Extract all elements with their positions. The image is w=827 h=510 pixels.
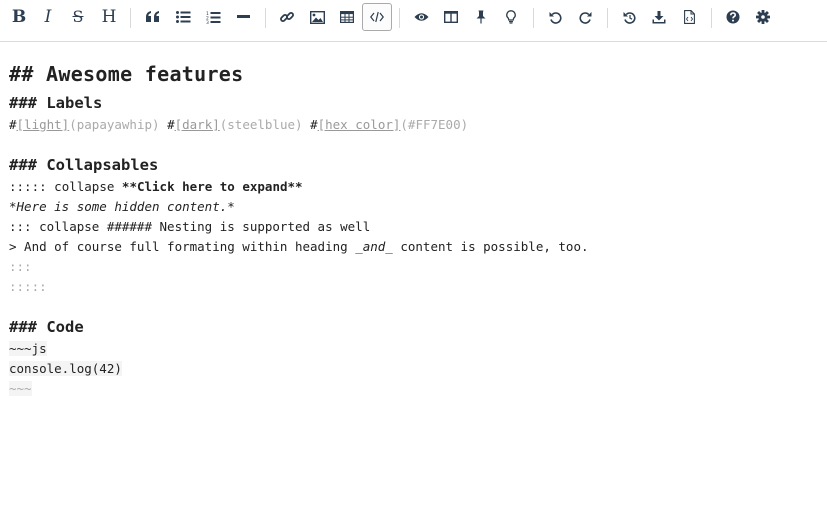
quote-emphasis: and (362, 239, 386, 254)
strikethrough-button[interactable]: S (63, 3, 93, 31)
svg-text:3: 3 (206, 20, 209, 24)
heading-text: Labels (46, 94, 103, 112)
label-hash: # (310, 117, 318, 132)
quote-button[interactable] (138, 3, 168, 31)
heading-collapsables: ### Collapsables (9, 156, 158, 174)
download-button[interactable] (644, 3, 674, 31)
gear-icon (756, 10, 770, 24)
label-hash: # (167, 117, 175, 132)
collapse-keyword: collapse (54, 179, 115, 194)
toolbar-separator (130, 8, 131, 28)
file-code-icon (683, 10, 695, 24)
bold-marker: ** (121, 179, 137, 194)
hidden-content-line: *Here is some hidden content.* (9, 199, 235, 214)
label-param: (steelblue) (219, 117, 303, 132)
table-button[interactable] (332, 3, 362, 31)
undo-button[interactable] (540, 3, 570, 31)
eye-icon (414, 13, 428, 21)
heading-button[interactable]: H (94, 3, 124, 31)
download-icon (652, 10, 666, 23)
heading-icon: H (101, 6, 117, 27)
label-hash: # (9, 117, 17, 132)
toolbar-separator (533, 8, 534, 28)
code-line: console.log(42) (9, 361, 122, 376)
heading-marker: ## (9, 62, 34, 86)
pin-button[interactable] (466, 3, 496, 31)
settings-button[interactable] (748, 3, 778, 31)
toolbar-separator (607, 8, 608, 28)
toolbar-separator (399, 8, 400, 28)
em-marker: _ (355, 239, 363, 254)
link-button[interactable] (272, 3, 302, 31)
history-icon (623, 11, 636, 24)
bold-icon: B (11, 6, 27, 27)
quote-line: > And of course full formating within he… (9, 239, 589, 254)
heading-marker: ### (9, 318, 37, 336)
unordered-list-button[interactable] (168, 3, 198, 31)
redo-icon (578, 11, 591, 24)
strikethrough-icon: S (72, 7, 84, 26)
heading-code: ### Code (9, 318, 84, 336)
label-light[interactable]: [light] (17, 117, 70, 132)
undo-icon (549, 11, 562, 24)
code-fence-close: ~~~ (9, 381, 32, 396)
side-by-side-button[interactable] (436, 3, 466, 31)
preview-button[interactable] (406, 3, 436, 31)
heading-text: Awesome features (46, 62, 244, 86)
image-button[interactable] (302, 3, 332, 31)
quote-icon (146, 11, 159, 22)
collapse-close-inner: ::: (9, 259, 32, 274)
labels-line: #[light](papayawhip) #[dark](steelblue) … (9, 117, 468, 132)
bold-marker: ** (287, 179, 303, 194)
collapse-close-outer: ::::: (9, 279, 47, 294)
em-marker: _ (385, 239, 393, 254)
editor-toolbar: B I S H 123 (0, 0, 827, 42)
collapse-title: Click here to expand (136, 179, 288, 194)
lightbulb-icon (506, 10, 516, 24)
toolbar-separator (265, 8, 266, 28)
export-html-button[interactable] (674, 3, 704, 31)
redo-button[interactable] (570, 3, 600, 31)
code-button[interactable] (362, 3, 392, 31)
ordered-list-button[interactable]: 123 (198, 3, 228, 31)
heading-marker: ### (9, 94, 37, 112)
heading-text: Collapsables (46, 156, 159, 174)
pin-icon (476, 10, 486, 24)
lightbulb-button[interactable] (496, 3, 526, 31)
help-icon (726, 10, 740, 24)
horizontal-rule-button[interactable] (228, 3, 258, 31)
history-button[interactable] (614, 3, 644, 31)
italic-icon: I (44, 6, 52, 27)
horizontal-rule-icon (236, 15, 250, 18)
toolbar-separator (711, 8, 712, 28)
image-icon (309, 10, 325, 24)
collapse-open-line: ::::: collapse **Click here to expand** (9, 179, 303, 194)
heading-awesome-features: ## Awesome features (9, 62, 244, 86)
columns-icon (444, 11, 458, 23)
code-fence-open: ~~~js (9, 341, 47, 356)
heading-text: Code (46, 318, 84, 336)
link-icon (280, 12, 294, 22)
nested-collapse-line: ::: collapse ###### Nesting is supported… (9, 219, 371, 234)
unordered-list-icon (175, 11, 190, 23)
help-button[interactable] (718, 3, 748, 31)
collapse-fence: ::::: (9, 179, 47, 194)
code-icon (370, 11, 384, 23)
heading-labels: ### Labels (9, 94, 102, 112)
quote-text: > And of course full formating within he… (9, 239, 356, 254)
ordered-list-icon: 123 (206, 11, 220, 24)
table-icon (340, 11, 354, 23)
label-param: (papayawhip) (69, 117, 160, 132)
bold-button[interactable]: B (4, 3, 34, 31)
label-dark[interactable]: [dark] (175, 117, 220, 132)
italic-button[interactable]: I (33, 3, 63, 31)
label-hex-color[interactable]: [hex color] (318, 117, 401, 132)
label-param: (#FF7E00) (400, 117, 469, 132)
heading-marker: ### (9, 156, 37, 174)
quote-text: content is possible, too. (392, 239, 589, 254)
